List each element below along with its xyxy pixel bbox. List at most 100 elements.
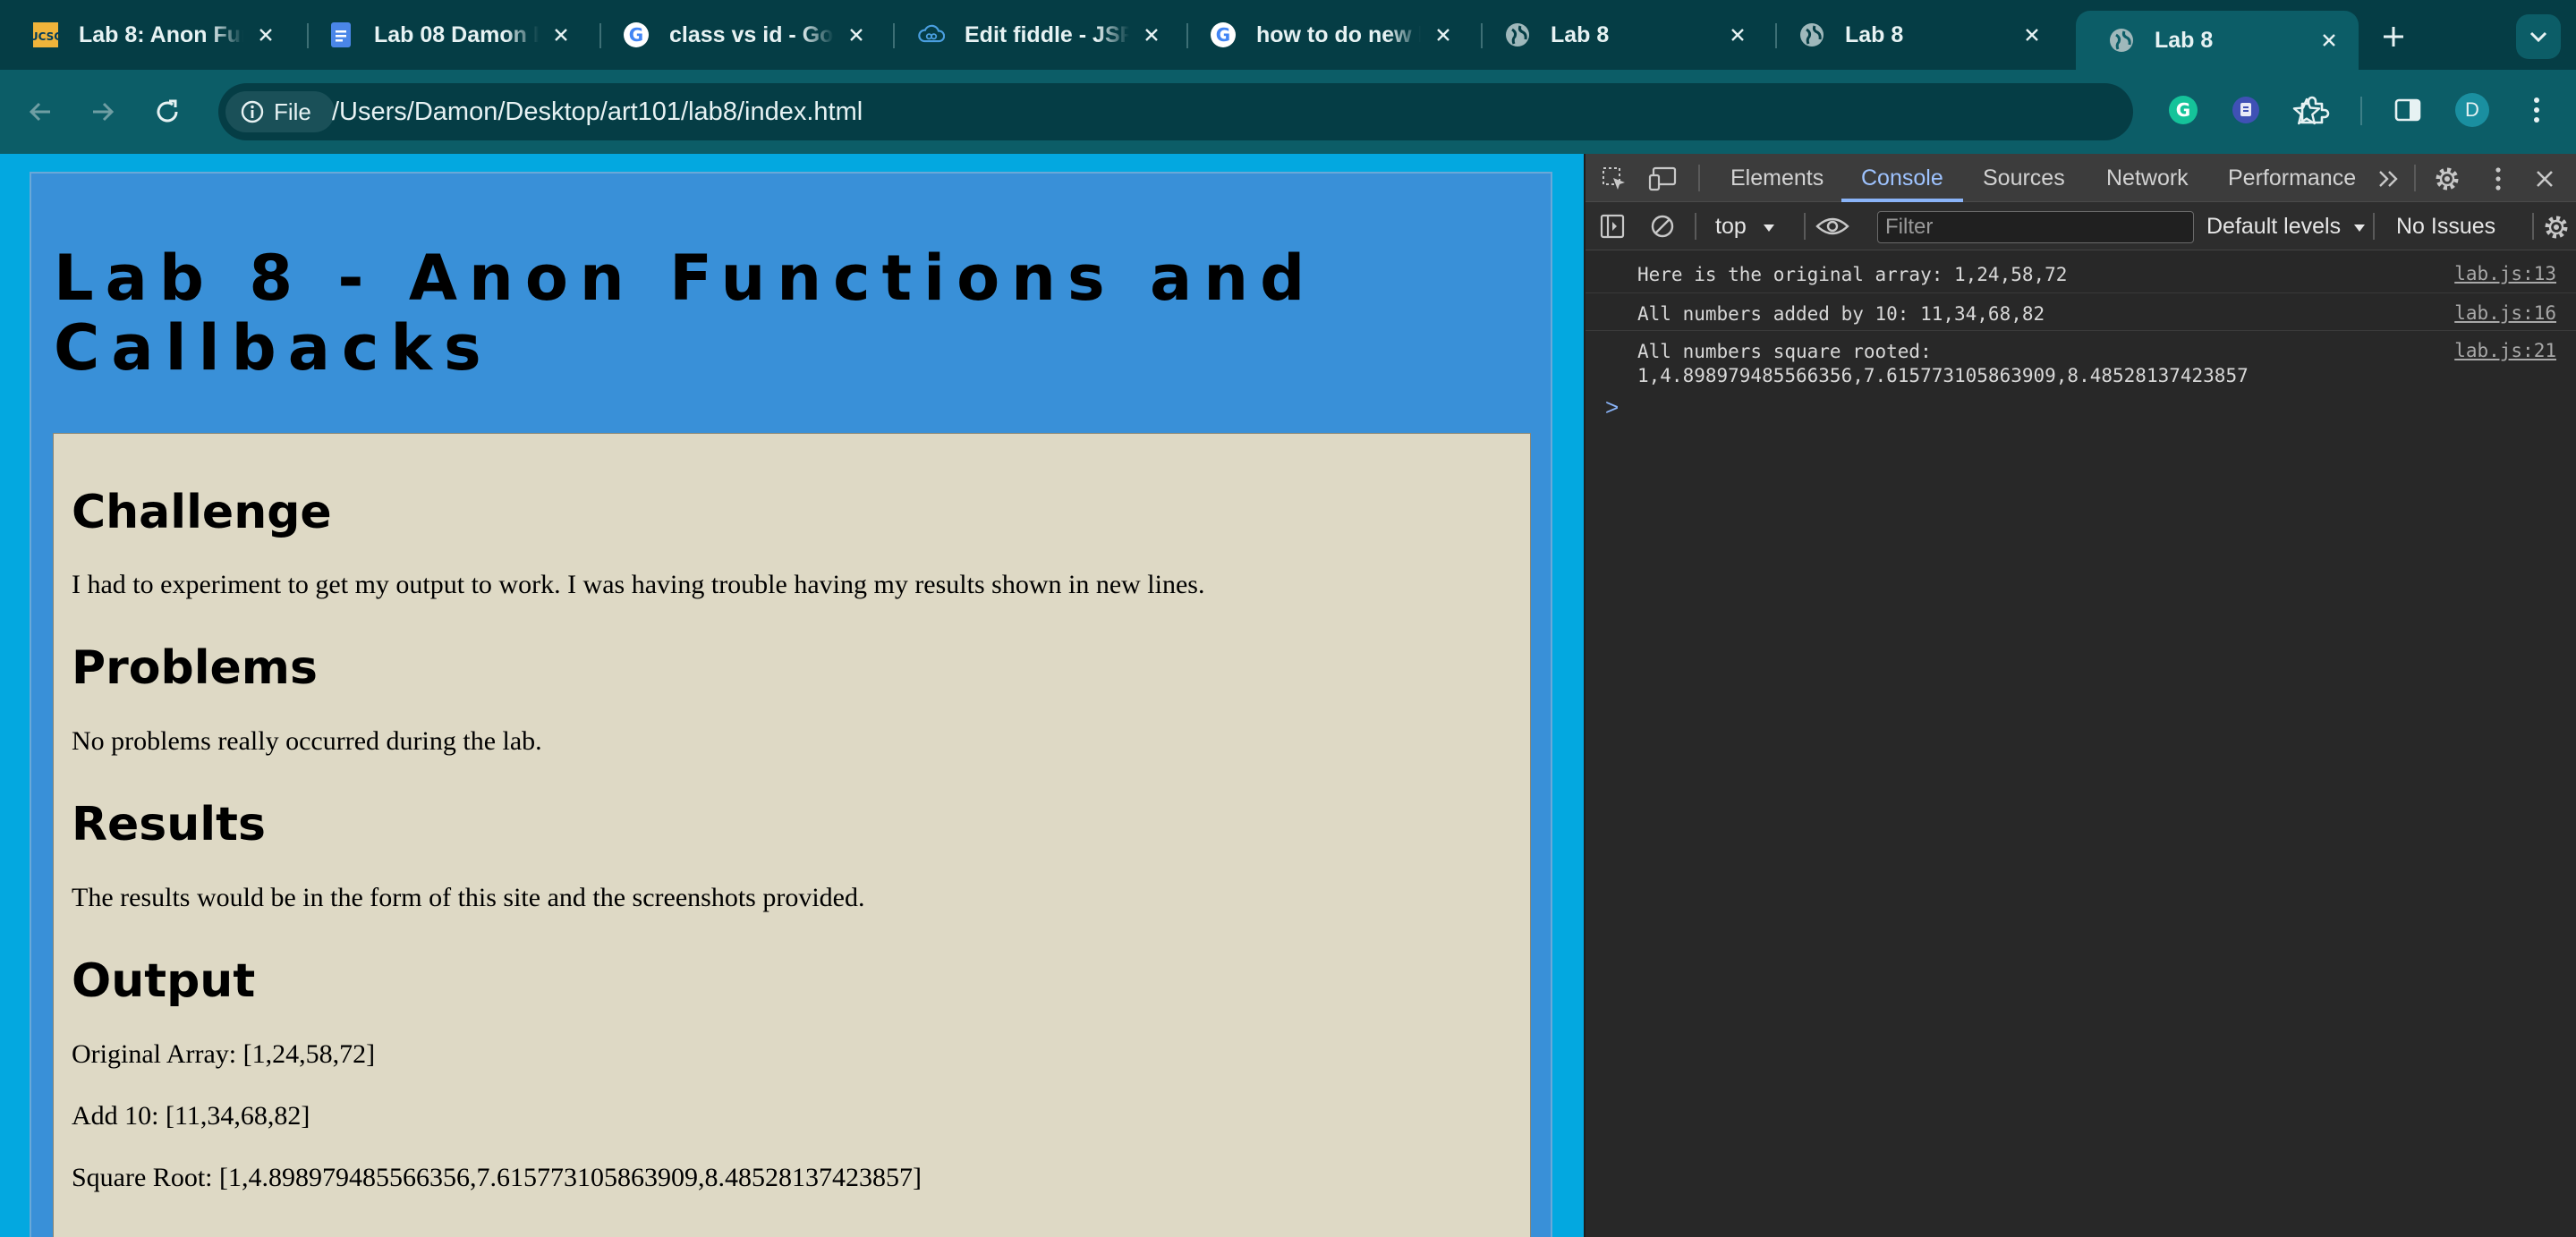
profile-avatar[interactable]: D (2453, 91, 2491, 129)
devtools-divider (2373, 213, 2375, 240)
jsfiddle-icon (918, 21, 945, 48)
forward-button[interactable] (81, 89, 125, 134)
output-line-add10: Add 10: [11,34,68,82] (72, 1101, 310, 1131)
console-message-text: All numbers added by 10: 11,34,68,82 (1637, 303, 2045, 325)
caret-down-icon (2354, 225, 2366, 232)
new-tab-button[interactable] (2373, 16, 2414, 57)
eye-icon (1815, 217, 1849, 235)
tab-lab8-anon-functions[interactable]: UCSC Lab 8: Anon Functions and Callbacks (0, 11, 295, 59)
site-info-label: File (274, 97, 311, 125)
console-source-link[interactable]: lab.js:13 (2454, 263, 2556, 284)
console-source-link[interactable]: lab.js:21 (2454, 340, 2556, 361)
side-panel-button[interactable] (2389, 91, 2427, 129)
close-tab-icon[interactable] (1430, 21, 1457, 48)
url-text[interactable]: /Users/Damon/Desktop/art101/lab8/index.h… (332, 83, 863, 140)
tab-lab8-b[interactable]: Lab 8 (1766, 11, 2062, 59)
close-tab-icon[interactable] (548, 21, 574, 48)
docs-icon (327, 21, 354, 48)
grammarly-extension-button[interactable]: G (2164, 91, 2202, 129)
devtools-divider (1698, 165, 1700, 191)
reload-button[interactable] (145, 89, 190, 134)
devtools-tab-bar: Elements Console Sources Network Perform… (1586, 154, 2576, 202)
tab-strip: UCSC Lab 8: Anon Functions and Callbacks… (0, 0, 2576, 70)
ucsc-icon: UCSC (32, 21, 59, 48)
output-line-original: Original Array: [1,24,58,72] (72, 1039, 376, 1069)
gear-icon (2436, 167, 2459, 191)
caret-down-icon (1763, 225, 1774, 232)
info-icon (241, 100, 264, 123)
context-selector[interactable]: top (1715, 202, 1776, 250)
console-message: All numbers square rooted: 1,4.898979485… (1586, 331, 2576, 390)
grammarly-icon: G (2169, 96, 2198, 124)
device-toolbar-button[interactable] (1648, 165, 1679, 193)
tab-title: how to do new line (1256, 21, 1421, 47)
clear-console-button[interactable] (1648, 212, 1677, 241)
section-text-challenge: I had to experiment to get my output to … (72, 570, 1205, 599)
more-tabs-button[interactable] (2375, 165, 2403, 193)
console-source-link[interactable]: lab.js:16 (2454, 302, 2556, 324)
address-bar[interactable]: File /Users/Damon/Desktop/art101/lab8/in… (218, 83, 2321, 140)
devtools-tab-sources[interactable]: Sources (1983, 154, 2065, 202)
tab-new-line-search[interactable]: G how to do new line (1177, 11, 1473, 59)
section-heading-results: Results (72, 798, 266, 851)
context-value: top (1715, 214, 1747, 239)
section-heading-problems: Problems (72, 641, 318, 695)
tab-lab08-doc[interactable]: Lab 08 Damon Pan (295, 11, 591, 59)
svg-text:G: G (1216, 24, 1230, 46)
tab-class-vs-id[interactable]: G class vs id - Google Search (591, 11, 886, 59)
console-settings-button[interactable] (2541, 212, 2572, 242)
console-message: Here is the original array: 1,24,58,72 l… (1586, 254, 2576, 293)
console-prompt[interactable]: > (1605, 394, 1619, 421)
back-button[interactable] (18, 89, 63, 134)
section-text-results: The results would be in the form of this… (72, 883, 865, 912)
close-tab-icon[interactable] (2019, 21, 2045, 48)
close-tab-icon[interactable] (252, 21, 279, 48)
browser-menu-button[interactable] (2518, 91, 2555, 129)
close-tab-icon[interactable] (2316, 27, 2342, 54)
devtools-menu-button[interactable] (2489, 164, 2507, 194)
tab-title: Lab 08 Damon Pan (374, 21, 539, 47)
tab-jsfiddle[interactable]: Edit fiddle - JSFiddle (886, 11, 1181, 59)
page-container: Lab 8 - Anon Functions and Callbacks Cha… (30, 172, 1552, 1237)
close-tab-icon[interactable] (843, 21, 870, 48)
extensions-menu-button[interactable] (2294, 91, 2332, 129)
section-heading-output: Output (72, 954, 256, 1008)
arrow-left-icon (29, 102, 50, 122)
close-icon (2537, 171, 2553, 187)
tab-title: Lab 8 (1551, 21, 1610, 47)
google-icon: G (623, 21, 650, 48)
site-info-chip[interactable]: File (225, 91, 335, 132)
issues-counter[interactable]: No Issues (2396, 202, 2495, 250)
svg-text:G: G (2176, 99, 2190, 121)
devtools-divider (1695, 213, 1696, 240)
devtools-settings-button[interactable] (2432, 164, 2462, 194)
live-expression-button[interactable] (1811, 212, 1854, 241)
close-tab-icon[interactable] (1724, 21, 1751, 48)
reload-icon (157, 99, 178, 123)
devtools-tab-network[interactable]: Network (2106, 154, 2189, 202)
google-icon: G (1210, 21, 1237, 48)
close-tab-icon[interactable] (1138, 21, 1165, 48)
kebab-menu-icon (2534, 97, 2539, 123)
log-levels-dropdown[interactable]: Default levels (2206, 202, 2367, 250)
console-toolbar: top Filter Default levels No Issues (1586, 202, 2576, 250)
show-sidebar-button[interactable] (1598, 212, 1627, 241)
gear-icon (2545, 216, 2568, 239)
tab-lab8-active[interactable]: Lab 8 (2076, 11, 2359, 70)
devtools-tab-elements[interactable]: Elements (1730, 154, 1824, 202)
devtools-tab-performance[interactable]: Performance (2228, 154, 2356, 202)
devtools-tab-console[interactable]: Console (1861, 154, 1943, 202)
clear-icon (1651, 215, 1674, 238)
arrow-right-icon (93, 102, 115, 122)
tab-title: Edit fiddle - JSFiddle (965, 21, 1129, 47)
console-filter-input[interactable]: Filter (1877, 211, 2194, 243)
tab-search-button[interactable] (2516, 14, 2561, 59)
close-devtools-button[interactable] (2530, 165, 2559, 193)
devtools-divider (2532, 213, 2534, 240)
extension-badge-icon (2232, 97, 2259, 123)
tab-title: Lab 8: Anon Functions and Callbacks (79, 21, 243, 47)
extension-button[interactable] (2227, 91, 2265, 129)
inspect-element-button[interactable] (1600, 165, 1628, 193)
section-heading-challenge: Challenge (72, 486, 332, 539)
tab-lab8-a[interactable]: Lab 8 (1472, 11, 1767, 59)
